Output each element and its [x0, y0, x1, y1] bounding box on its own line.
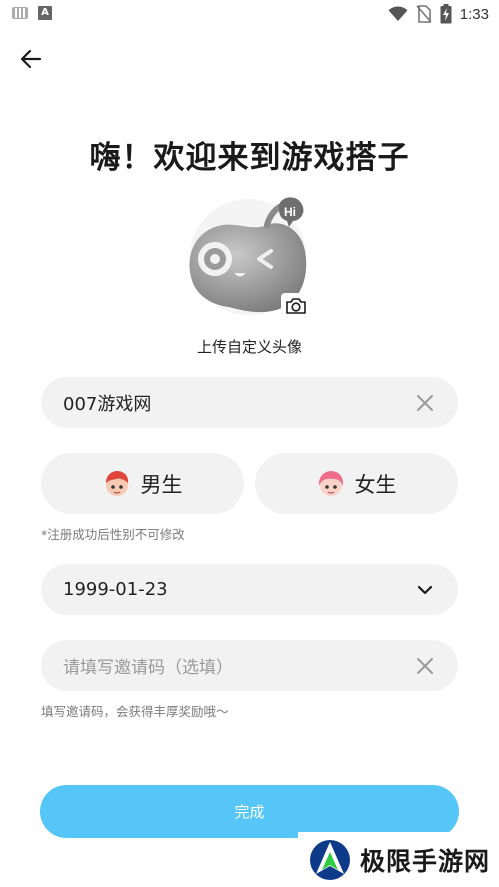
upload-avatar-label[interactable]: 上传自定义头像 [0, 336, 499, 357]
gender-hint: *注册成功后性别不可修改 [41, 527, 185, 542]
status-time: 1:33 [459, 5, 489, 23]
chevron-down-icon [417, 585, 433, 594]
invite-code-input[interactable]: 请填写邀请码（选填） [63, 653, 414, 678]
watermark-text: 极限手游网 [360, 846, 491, 876]
status-icons: 1:33 [388, 4, 489, 24]
close-icon [417, 394, 433, 411]
birthday-dropdown-button[interactable] [414, 579, 436, 601]
submit-button[interactable]: 完成 [40, 785, 459, 838]
birthday-value: 1999-01-23 [63, 579, 168, 600]
birthday-select[interactable]: 1999-01-23 [41, 564, 458, 615]
gender-male-button[interactable]: 男生 [41, 453, 244, 514]
camera-button[interactable] [281, 293, 311, 319]
nickname-clear-button[interactable] [414, 392, 436, 414]
arrow-left-icon [20, 49, 42, 69]
female-avatar-icon [318, 470, 343, 496]
a-icon: A [38, 6, 52, 20]
gender-female-label: 女生 [354, 472, 397, 497]
no-sim-icon [416, 5, 432, 23]
invite-code-hint: 填写邀请码，会获得丰厚奖励哦～ [41, 704, 229, 719]
male-avatar-icon [105, 470, 128, 496]
watermark-logo [310, 839, 350, 880]
nickname-field[interactable]: 007游戏网 [41, 377, 458, 428]
avatar-badge-text: Hi [284, 205, 296, 219]
avatar-upload[interactable]: Hi [183, 195, 313, 320]
keyboard-icon [12, 7, 28, 19]
gender-female-button[interactable]: 女生 [255, 453, 458, 514]
invite-code-field[interactable]: 请填写邀请码（选填） [41, 640, 458, 691]
watermark: 极限手游网 [298, 832, 499, 887]
nickname-input[interactable]: 007游戏网 [63, 390, 414, 416]
page-title: 嗨！欢迎来到游戏搭子 [89, 140, 410, 176]
invite-code-clear-button[interactable] [414, 655, 436, 677]
status-bar: A 1:33 [0, 0, 499, 28]
back-button[interactable] [16, 44, 46, 74]
battery-charging-icon [440, 4, 452, 24]
camera-icon [286, 298, 306, 314]
close-icon [417, 657, 433, 674]
gender-male-label: 男生 [140, 472, 183, 497]
wifi-icon [388, 6, 408, 22]
